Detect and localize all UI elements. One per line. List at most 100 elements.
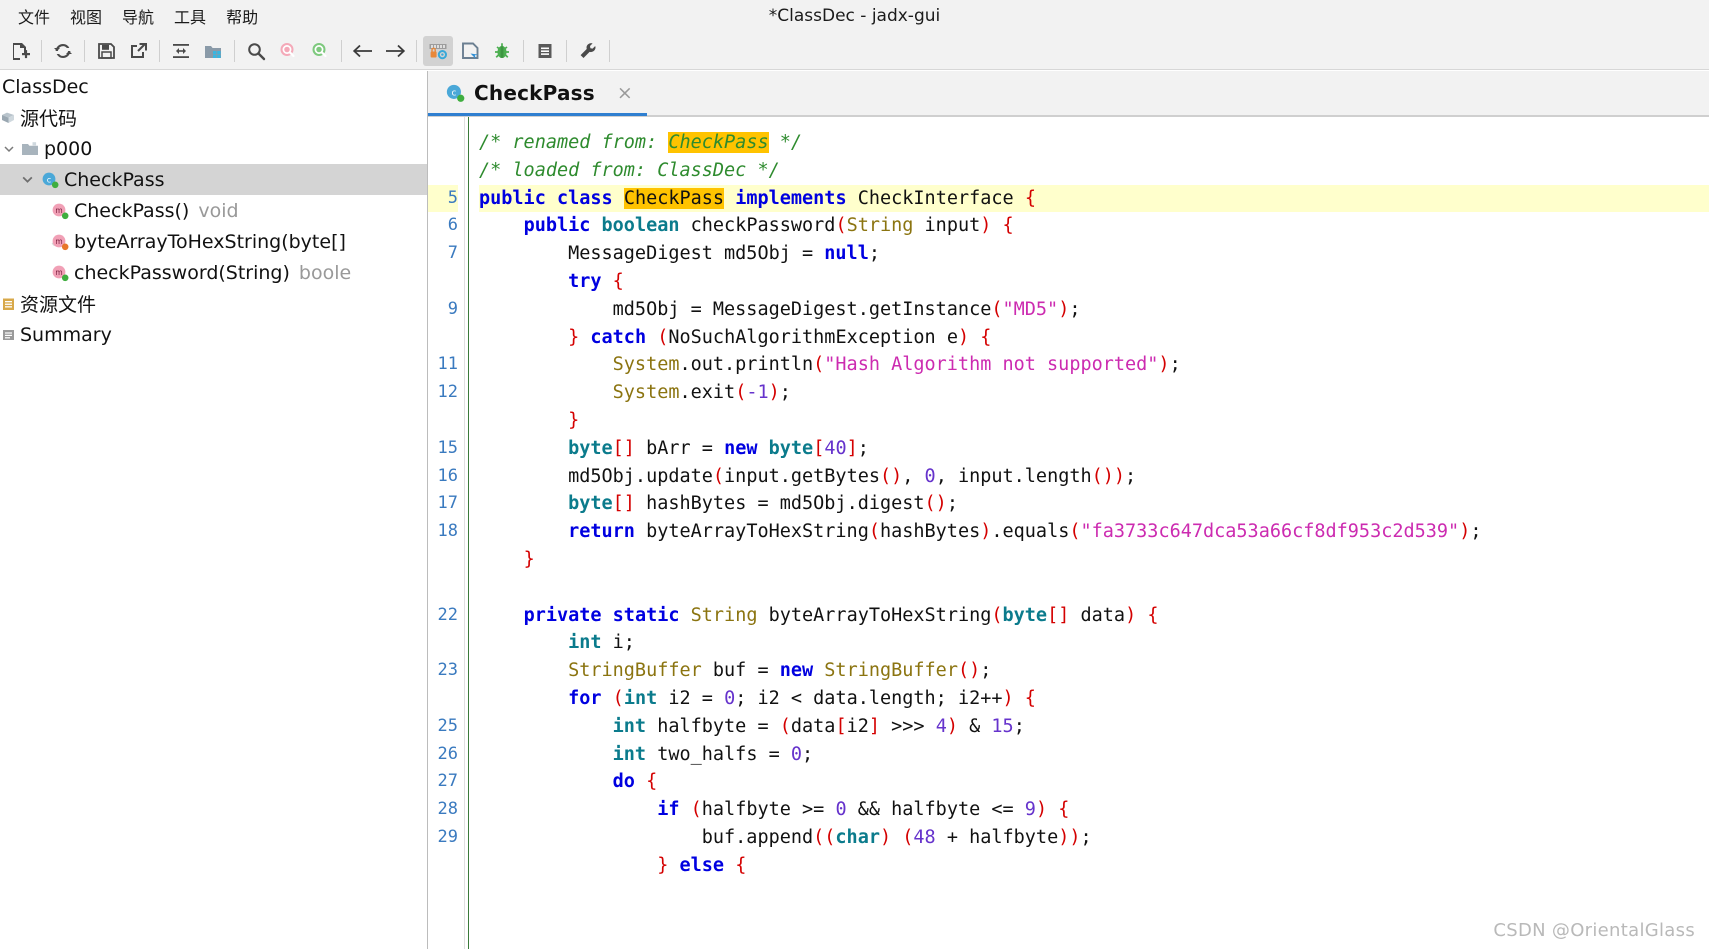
forward-arrow-icon[interactable] [380, 36, 410, 66]
code-line[interactable]: int two_halfs = 0; [479, 741, 1709, 769]
code-line[interactable]: byte[] bArr = new byte[40]; [479, 435, 1709, 463]
flat-packages-icon[interactable] [198, 36, 228, 66]
code-token: public [479, 187, 546, 209]
menu-tools[interactable]: 工具 [164, 1, 216, 31]
code-token: ( [1069, 521, 1081, 543]
code-line[interactable]: byte[] hashBytes = md5Obj.digest(); [479, 490, 1709, 518]
code-line[interactable]: System.exit(-1); [479, 379, 1709, 407]
code-line[interactable]: public class CheckPass implements CheckI… [479, 184, 1709, 213]
code-line[interactable]: System.out.println("Hash Algorithm not s… [479, 351, 1709, 379]
code-line[interactable]: public boolean checkPassword(String inpu… [479, 212, 1709, 240]
deobfuscation-icon[interactable] [423, 35, 453, 66]
method-icon: m [48, 201, 72, 221]
back-arrow-icon[interactable] [348, 36, 378, 66]
code-token: { [1002, 215, 1014, 237]
menu-file[interactable]: 文件 [8, 1, 60, 31]
code-line[interactable]: } else { [479, 852, 1709, 880]
tree-item-label: 资源文件 [20, 294, 97, 316]
tree-item-method-checkpass-ctor[interactable]: m CheckPass() void [0, 195, 427, 226]
code-token: .equals [991, 521, 1070, 543]
code-line[interactable]: buf.append((char) (48 + halfbyte)); [479, 824, 1709, 852]
code-line[interactable] [479, 574, 1709, 602]
code-line[interactable]: } catch (NoSuchAlgorithmException e) { [479, 324, 1709, 352]
code-line[interactable]: /* renamed from: CheckPass */ [479, 129, 1709, 157]
save-all-icon[interactable] [91, 36, 121, 66]
code-line[interactable]: md5Obj = MessageDigest.getInstance("MD5"… [479, 296, 1709, 324]
debugger-icon[interactable] [487, 36, 517, 66]
code-token: CheckPass [668, 132, 769, 153]
tree-item-method-bytearraytohexstring[interactable]: m byteArrayToHexString(byte[] [0, 226, 427, 257]
code-line[interactable]: return byteArrayToHexString(hashBytes).e… [479, 518, 1709, 546]
code-token: ( [991, 298, 1003, 320]
code-token: StringBuffer [824, 660, 958, 682]
code-line[interactable]: StringBuffer buf = new StringBuffer(); [479, 657, 1709, 685]
tree-item-method-checkpassword[interactable]: m checkPassword(String) boole [0, 257, 427, 288]
tree-item-class-checkpass[interactable]: c CheckPass [0, 164, 427, 195]
sync-icon[interactable] [166, 36, 196, 66]
code-token: two_halfs = [646, 743, 791, 765]
code-line[interactable]: try { [479, 268, 1709, 296]
tree-item-summary[interactable]: Summary [0, 319, 427, 350]
code-line[interactable]: for (int i2 = 0; i2 < data.length; i2++)… [479, 685, 1709, 713]
search-class-icon[interactable] [273, 36, 303, 66]
code-token: CheckPass [623, 187, 725, 209]
code-line[interactable]: int halfbyte = (data[i2] >>> 4) & 15; [479, 713, 1709, 741]
tree-item-resources[interactable]: 资源文件 [0, 288, 427, 319]
chevron-down-icon[interactable] [0, 143, 18, 155]
code-line[interactable]: MessageDigest md5Obj = null; [479, 240, 1709, 268]
code-token: int [623, 687, 658, 709]
export-gradle-icon[interactable] [123, 36, 153, 66]
reload-icon[interactable] [48, 36, 78, 66]
code-line[interactable]: /* loaded from: ClassDec */ [479, 157, 1709, 185]
code-line[interactable]: if (halfbyte >= 0 && halfbyte <= 9) { [479, 796, 1709, 824]
tab-checkpass[interactable]: c CheckPass × [428, 72, 647, 116]
code-line[interactable]: } [479, 407, 1709, 435]
code-token: .exit [679, 382, 736, 404]
svg-text:m: m [55, 268, 62, 277]
menu-help[interactable]: 帮助 [216, 1, 268, 31]
code-token: { [646, 771, 658, 793]
code-line[interactable]: int i; [479, 629, 1709, 657]
code-line[interactable]: } [479, 546, 1709, 574]
line-number: 22 [437, 604, 458, 625]
log-icon[interactable] [530, 36, 560, 66]
menu-navigation[interactable]: 导航 [112, 1, 164, 31]
code-token: [] [1047, 604, 1070, 626]
chevron-down-icon[interactable] [16, 173, 38, 186]
tree-item-package-p000[interactable]: p000 [0, 133, 427, 164]
code-token: () [1091, 465, 1114, 487]
summary-icon [0, 327, 18, 343]
code-token: input.getBytes [724, 465, 880, 487]
menu-bar: 文件 视图 导航 工具 帮助 *ClassDec - jadx-gui [0, 0, 1709, 32]
code-token: } [568, 409, 580, 431]
code-line[interactable]: do { [479, 768, 1709, 796]
code-token: .out.println [679, 354, 814, 376]
decompile-icon[interactable] [455, 36, 485, 66]
menu-view[interactable]: 视图 [60, 1, 112, 31]
code-token: /* renamed from: [479, 132, 669, 153]
code-line[interactable]: private static String byteArrayToHexStri… [479, 602, 1709, 630]
source-code[interactable]: /* renamed from: CheckPass *//* loaded f… [469, 117, 1709, 949]
code-viewer[interactable]: 56 7 9 11 12 15 16 17 18 22 23 25 26 27 28 29 /* … [428, 117, 1709, 949]
code-token: { [735, 854, 747, 876]
search-icon[interactable] [241, 36, 271, 66]
open-file-icon[interactable] [5, 36, 35, 66]
tree-item-source-code[interactable]: 源代码 [0, 102, 427, 133]
project-tree-sidebar[interactable]: ClassDec 源代码 p000 c CheckPass m CheckPas… [0, 71, 428, 949]
close-icon[interactable]: × [617, 82, 633, 104]
code-token: () [957, 660, 981, 682]
code-token: StringBuffer [568, 660, 702, 682]
search-resource-icon[interactable] [305, 36, 335, 66]
code-token: 0 [790, 743, 803, 765]
tree-item-label: byteArrayToHexString(byte[] [74, 230, 346, 253]
tree-item-classdec[interactable]: ClassDec [0, 71, 427, 102]
code-line[interactable]: md5Obj.update(input.getBytes(), 0, input… [479, 463, 1709, 491]
code-token: public [523, 215, 591, 237]
preferences-wrench-icon[interactable] [573, 36, 603, 66]
